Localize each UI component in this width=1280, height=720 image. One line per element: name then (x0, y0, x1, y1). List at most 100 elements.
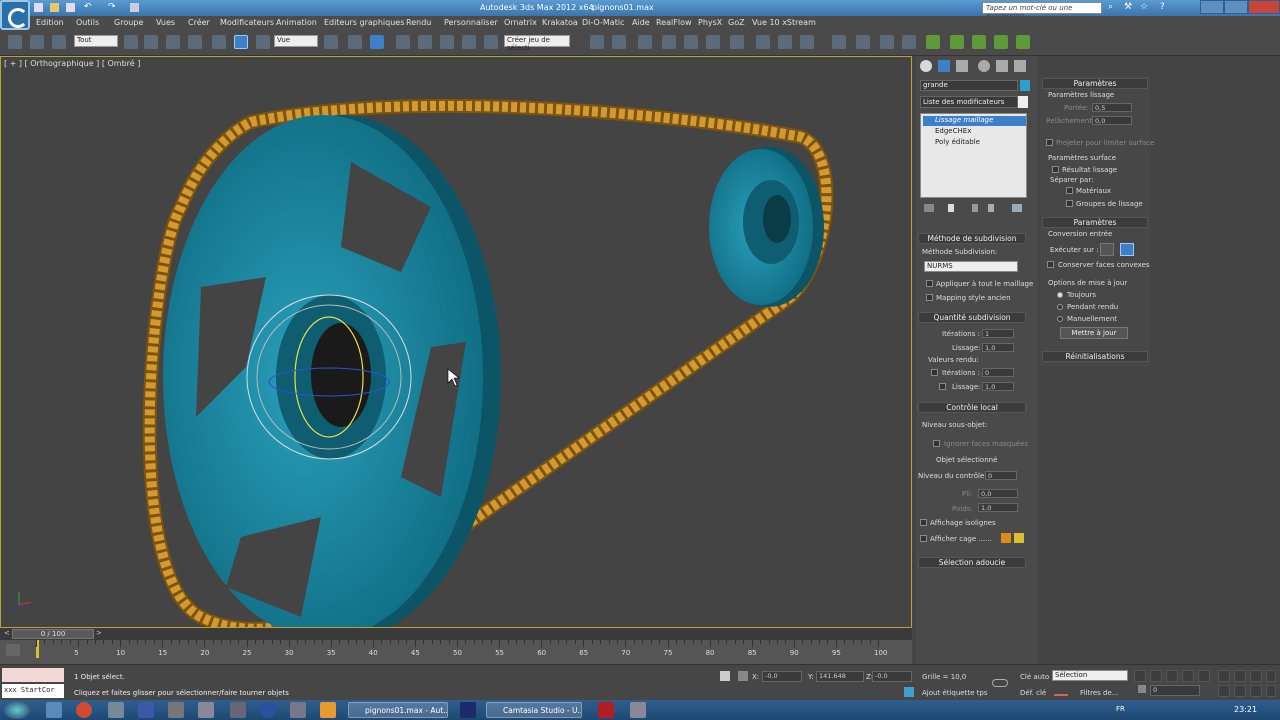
zoom-extents-icon[interactable] (1250, 670, 1262, 682)
taskbar-app-6-icon[interactable] (260, 702, 276, 718)
schematic-view-icon[interactable] (706, 35, 720, 49)
taskbar-camtasia[interactable]: Camtasia Studio - U... (486, 702, 582, 718)
plugin-tool-8-icon[interactable] (994, 35, 1008, 49)
search-input[interactable]: Tapez un mot-clé ou une expression (982, 2, 1102, 20)
always-radio[interactable] (1057, 292, 1063, 298)
system-tray-icons[interactable] (1140, 705, 1200, 715)
absolute-mode-icon[interactable] (738, 671, 748, 681)
menu-outils[interactable]: Outils (76, 18, 99, 27)
taskbar-explorer-icon[interactable] (46, 702, 62, 718)
menu-physx[interactable]: PhysX (698, 18, 722, 27)
x-coordinate[interactable]: -0.0 (762, 671, 802, 682)
motion-tab-icon[interactable] (978, 60, 990, 72)
time-prev-icon[interactable]: < (4, 629, 10, 637)
display-tab-icon[interactable] (996, 60, 1008, 72)
current-frame-field[interactable]: 0 (1150, 685, 1200, 696)
named-selection-dropdown[interactable]: Créer jeu de sélecti (504, 35, 570, 52)
old-mapping-checkbox[interactable] (926, 294, 933, 301)
unlink-icon[interactable] (30, 35, 44, 49)
maxscript-input[interactable]: xxx StartCor (2, 684, 64, 698)
app-menu-icon[interactable] (0, 0, 30, 30)
plugin-tool-6-icon[interactable] (950, 35, 964, 49)
modifier-list-dropdown[interactable]: Liste des modificateurs (920, 96, 1018, 108)
time-slider[interactable]: < 0 / 100 > (0, 628, 912, 640)
mirror-icon[interactable] (590, 35, 604, 49)
select-by-name-icon[interactable] (144, 35, 158, 49)
subdivision-method-dropdown[interactable]: NURMS (924, 261, 1018, 272)
set-key-button[interactable]: Déf. clé (1020, 689, 1046, 697)
stack-item-edgechex[interactable]: EdgeCHEx (923, 127, 1026, 137)
y-coordinate[interactable]: 141.648 (816, 671, 864, 682)
taskbar-app-7-icon[interactable] (290, 702, 306, 718)
taskbar-app-1-icon[interactable] (108, 702, 124, 718)
close-button[interactable] (1248, 0, 1280, 14)
redo-icon[interactable]: ↷ (108, 2, 116, 12)
taskbar-app-8-icon[interactable] (320, 702, 336, 718)
go-to-start-icon[interactable] (1134, 670, 1146, 682)
selection-lock-icon[interactable] (720, 671, 730, 681)
ignore-backfacing-checkbox[interactable] (933, 440, 940, 447)
materials-checkbox[interactable] (1066, 187, 1073, 194)
graphite-icon[interactable] (662, 35, 676, 49)
rollout-resets[interactable]: Réinitialisations (1042, 351, 1148, 362)
key-filters-button[interactable]: Filtres de... (1080, 689, 1118, 697)
menu-rendu[interactable]: Rendu (406, 18, 431, 27)
object-name-field[interactable]: grande (920, 80, 1018, 91)
create-tab-icon[interactable] (920, 60, 932, 72)
tools-icon[interactable]: ⚒ (1124, 2, 1132, 12)
time-slider-thumb[interactable]: 0 / 100 (12, 629, 94, 639)
taskbar-3dsmax[interactable]: pignons01.max - Aut... (348, 702, 448, 718)
rollout-subdivision-method[interactable]: Méthode de subdivision (918, 233, 1026, 244)
relax-spinner[interactable]: 0,0 (1092, 116, 1132, 125)
move-icon[interactable] (212, 35, 226, 49)
bind-spacewarp-icon[interactable] (52, 35, 66, 49)
menu-ornatrix[interactable]: Ornatrix (504, 18, 537, 27)
percent-snap-icon[interactable] (440, 35, 454, 49)
cage-color-2-swatch[interactable] (1014, 533, 1024, 543)
menu-creer[interactable]: Créer (188, 18, 210, 27)
reference-coordinate-dropdown[interactable]: Vue (274, 35, 318, 47)
scale-icon[interactable] (256, 35, 270, 49)
previous-frame-icon[interactable] (1150, 670, 1162, 682)
maxscript-listener[interactable] (2, 668, 64, 682)
when-rendering-radio[interactable] (1057, 304, 1063, 310)
rollout-parameters-2[interactable]: Paramètres (1042, 217, 1148, 228)
help-icon[interactable]: ? (1160, 2, 1165, 12)
minimize-button[interactable] (1200, 0, 1224, 14)
menu-diomatic[interactable]: Di-O-Matic (582, 18, 624, 27)
rollout-local-control[interactable]: Contrôle local (918, 402, 1026, 413)
render-icon[interactable] (800, 35, 814, 49)
select-icon[interactable] (124, 35, 138, 49)
play-icon[interactable] (1166, 670, 1178, 682)
window-crossing-icon[interactable] (188, 35, 202, 49)
go-to-end-icon[interactable] (1198, 670, 1210, 682)
taskbar-chrome-icon[interactable] (76, 702, 92, 718)
manually-radio[interactable] (1057, 316, 1063, 322)
new-icon[interactable] (34, 3, 43, 12)
smoothness-spinner[interactable]: 1,0 (982, 343, 1014, 352)
keep-convex-checkbox[interactable] (1047, 261, 1054, 268)
configure-sets-icon[interactable] (1012, 204, 1022, 212)
rollout-parameters[interactable]: Paramètres (1042, 78, 1148, 89)
selection-filter-dropdown[interactable]: Tout (74, 35, 118, 47)
cage-color-1-swatch[interactable] (1001, 533, 1011, 543)
next-frame-icon[interactable] (1182, 670, 1194, 682)
zoom-extents-all-icon[interactable] (1266, 670, 1276, 682)
add-time-tag[interactable]: Ajout étiquette tps (922, 689, 987, 697)
menu-krakatoa[interactable]: Krakatoa (542, 18, 578, 27)
layer-manager-icon[interactable] (638, 35, 652, 49)
track-bar[interactable]: 5 10 15 20 25 30 35 40 45 50 55 60 65 70 75 80 85 90 95 100 (0, 640, 912, 664)
stack-item-poly[interactable]: Poly éditable (923, 138, 1026, 148)
mini-curve-editor-icon[interactable] (6, 644, 20, 656)
zoom-icon[interactable] (1218, 670, 1230, 682)
link-icon[interactable] (8, 35, 22, 49)
maximize-viewport-icon[interactable] (1266, 685, 1276, 697)
plugin-tool-1-icon[interactable] (832, 35, 846, 49)
strength-spinner[interactable]: 0,5 (1092, 103, 1132, 112)
smoothing-groups-checkbox[interactable] (1066, 200, 1073, 207)
manipulate-icon[interactable] (348, 35, 362, 49)
taskbar-app-3-icon[interactable] (168, 702, 184, 718)
material-editor-icon[interactable] (730, 35, 744, 49)
menu-animation[interactable]: Animation (276, 18, 317, 27)
menu-edition[interactable]: Edition (36, 18, 64, 27)
